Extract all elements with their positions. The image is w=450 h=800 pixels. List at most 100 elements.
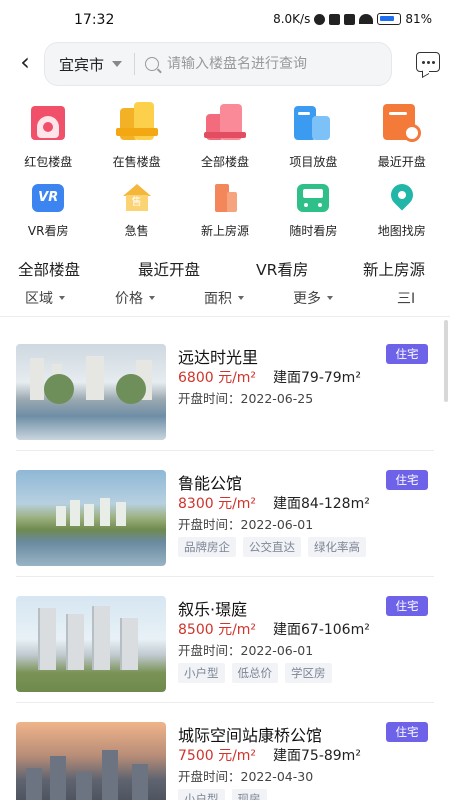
- listing-tabs: 全部楼盘 最近开盘 VR看房 新上房源: [0, 258, 450, 284]
- listing-card[interactable]: 叙乐·璟庭 8500 元/m² 建面67-106m² 开盘时间：2022-06-…: [16, 596, 434, 722]
- on-sale-building-icon: [115, 102, 158, 143]
- message-button[interactable]: [416, 52, 440, 72]
- caret-down-icon: [149, 296, 155, 300]
- listing-name: 城际空间站康桥公馆: [178, 726, 323, 745]
- filter-label: 更多: [293, 291, 321, 307]
- category-label: 项目放盘: [289, 155, 338, 169]
- message-icon: [421, 60, 425, 64]
- category-grid: 红包楼盘 在售楼盘 全部楼盘 项目放盘 最近开盘 VR VR看房 售 急售 新上…: [4, 100, 446, 248]
- map-pin-icon: [386, 179, 418, 212]
- listing-name: 鲁能公馆: [178, 474, 243, 493]
- category-vr[interactable]: VR VR看房: [4, 178, 92, 248]
- category-all[interactable]: 全部楼盘: [181, 100, 269, 170]
- listing-tags: 小户型 现房: [178, 789, 267, 800]
- urgent-sale-icon: 售: [121, 184, 153, 212]
- listing-card[interactable]: 远达时光里 6800 元/m² 建面79-79m² 开盘时间：2022-06-2…: [16, 344, 434, 470]
- message-icon-dot: [426, 60, 430, 64]
- filter-label: 面积: [204, 291, 232, 307]
- chevron-left-icon: ‹: [20, 48, 30, 76]
- category-label: 全部楼盘: [200, 155, 249, 169]
- category-label: 地图找房: [377, 224, 426, 238]
- category-label: 在售楼盘: [112, 155, 161, 169]
- listing-area: 建面79-79m²: [273, 370, 361, 386]
- category-urgent-sale[interactable]: 售 急售: [92, 178, 180, 248]
- category-anytime-viewing[interactable]: 随时看房: [269, 178, 357, 248]
- status-indicators: 8.0K/s 81%: [273, 12, 432, 26]
- tab-new-listing[interactable]: 新上房源: [363, 258, 425, 280]
- red-envelope-building-icon: [27, 102, 69, 143]
- listing-open-date: 开盘时间：2022-04-30: [178, 769, 314, 784]
- listing-price: 6800 元/m²: [178, 370, 257, 386]
- listing-name: 叙乐·璟庭: [178, 600, 248, 619]
- listing-photo: [16, 470, 166, 566]
- listing-price: 8500 元/m²: [178, 622, 257, 638]
- filter-label: 区域: [25, 291, 53, 307]
- category-label: VR看房: [27, 224, 69, 238]
- tab-recent-opening[interactable]: 最近开盘: [138, 258, 200, 280]
- listing-type-badge: 住宅: [386, 344, 428, 364]
- divider: [16, 450, 434, 451]
- new-listing-icon: [209, 184, 241, 212]
- category-recent-opening[interactable]: 最近开盘: [358, 100, 446, 170]
- network-speed: 8.0K/s: [273, 12, 311, 26]
- listing-tag: 小户型: [178, 789, 225, 800]
- listing-card[interactable]: 城际空间站康桥公馆 7500 元/m² 建面75-89m² 开盘时间：2022-…: [16, 722, 434, 800]
- listing-price: 7500 元/m²: [178, 748, 257, 764]
- listing-type-badge: 住宅: [386, 596, 428, 616]
- sort-icon: 三Ⅰ: [397, 291, 416, 307]
- category-on-sale[interactable]: 在售楼盘: [92, 100, 180, 170]
- message-icon-dot: [431, 60, 435, 64]
- caret-down-icon: [327, 296, 333, 300]
- listing-card[interactable]: 鲁能公馆 8300 元/m² 建面84-128m² 开盘时间：2022-06-0…: [16, 470, 434, 596]
- listing-tag: 学区房: [285, 663, 332, 683]
- tab-vr-viewing[interactable]: VR看房: [256, 258, 308, 280]
- listing-tag: 小户型: [178, 663, 225, 683]
- status-bar: 17:32 8.0K/s 81%: [0, 0, 450, 40]
- all-buildings-icon: [203, 102, 246, 143]
- search-icon: [145, 57, 160, 71]
- header: ‹ 宜宾市: [0, 40, 450, 88]
- search-bar: 宜宾市: [44, 42, 392, 86]
- battery-level: 81%: [405, 12, 432, 26]
- status-time: 17:32: [74, 12, 115, 28]
- filter-region[interactable]: 区域: [25, 288, 65, 308]
- scrollbar[interactable]: [444, 320, 448, 402]
- caret-down-icon: [59, 296, 65, 300]
- category-project-listing[interactable]: 项目放盘: [269, 100, 357, 170]
- listing-open-date: 开盘时间：2022-06-01: [178, 517, 314, 532]
- vibrate-icon: [329, 13, 341, 25]
- bluetooth-icon: [314, 13, 326, 25]
- filter-label: 价格: [115, 291, 143, 307]
- category-map-search[interactable]: 地图找房: [358, 178, 446, 248]
- city-selector[interactable]: 宜宾市: [45, 54, 104, 75]
- listing-open-date: 开盘时间：2022-06-25: [178, 391, 314, 406]
- listing-tags: 小户型 低总价 学区房: [178, 663, 332, 683]
- divider: [16, 576, 434, 577]
- project-listing-icon: [292, 102, 334, 143]
- category-red-envelope[interactable]: 红包楼盘: [4, 100, 92, 170]
- filter-more[interactable]: 更多: [293, 288, 333, 308]
- wifi-icon: [359, 14, 374, 24]
- tab-all-buildings[interactable]: 全部楼盘: [18, 258, 80, 280]
- category-label: 新上房源: [200, 224, 249, 238]
- caret-down-icon[interactable]: [112, 61, 123, 67]
- listing-tag: 品牌房企: [178, 537, 236, 557]
- vr-icon: VR: [32, 184, 65, 212]
- listing-price: 8300 元/m²: [178, 496, 257, 512]
- filter-sort[interactable]: 三Ⅰ: [397, 288, 415, 308]
- listing-area: 建面75-89m²: [273, 748, 361, 764]
- filter-area[interactable]: 面积: [204, 288, 244, 308]
- filter-price[interactable]: 价格: [115, 288, 155, 308]
- category-new-listing[interactable]: 新上房源: [181, 178, 269, 248]
- listing-tag: 现房: [231, 789, 267, 800]
- urgent-sale-icon-text: 售: [125, 195, 148, 211]
- category-label: 急售: [124, 224, 149, 238]
- category-label: 红包楼盘: [24, 155, 73, 169]
- listing-photo: [16, 344, 166, 440]
- search-input[interactable]: [167, 56, 368, 72]
- bus-icon: [297, 184, 330, 212]
- listing-photo: [16, 722, 166, 800]
- listing-type-badge: 住宅: [386, 470, 428, 490]
- back-button[interactable]: ‹: [10, 48, 40, 78]
- listing-tag: 低总价: [231, 663, 278, 683]
